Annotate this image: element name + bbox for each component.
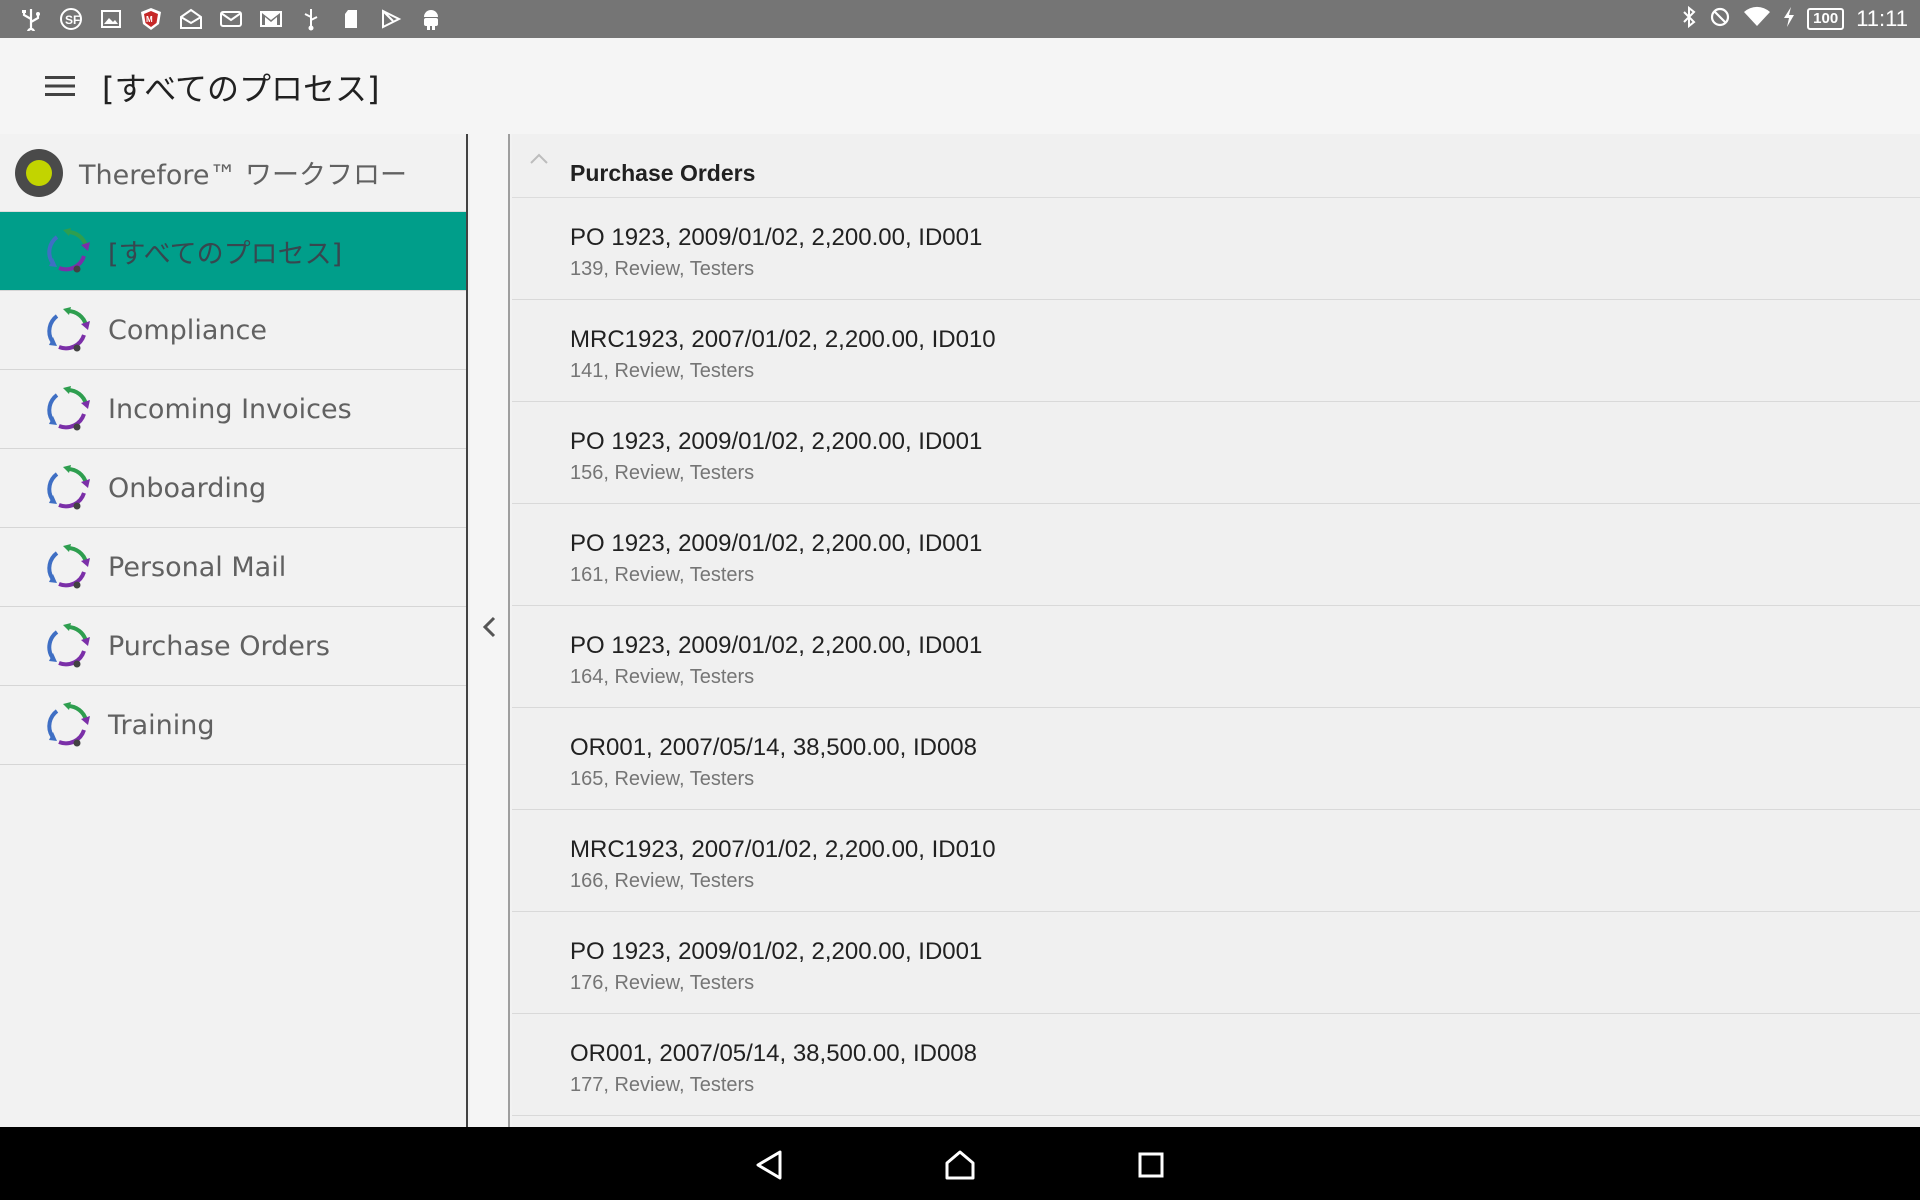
play-store-icon <box>378 6 404 32</box>
list-item-subtitle: 156, Review, Testers <box>570 462 755 484</box>
chevron-up-icon <box>530 153 548 164</box>
list-item-subtitle: 164, Review, Testers <box>570 666 755 688</box>
task-list: Purchase Orders PO 1923, 2009/01/02, 2,2… <box>512 134 1920 1127</box>
notification-icons: SF M <box>18 6 444 32</box>
charging-icon <box>1783 6 1795 33</box>
do-not-disturb-icon <box>1709 6 1731 33</box>
sf-app-icon: SF <box>58 6 84 32</box>
battery-indicator: 100 <box>1807 8 1845 30</box>
list-item[interactable]: MRC1923, 2007/01/02, 2,200.00, ID010 166… <box>512 810 1920 912</box>
status-bar: SF M 100 11:11 <box>0 0 1920 38</box>
workflow-cycle-icon <box>47 307 90 352</box>
workflow-cycle-icon <box>47 386 90 431</box>
sidebar-item-incoming-invoices[interactable]: Incoming Invoices <box>0 370 466 449</box>
workflow-cycle-icon <box>47 623 90 668</box>
mcafee-icon: M <box>138 6 164 32</box>
sidebar-collapse-handle[interactable] <box>470 134 510 1127</box>
page-title: [すべてのプロセス] <box>102 70 380 108</box>
list-item[interactable]: PO 1923, 2009/01/02, 2,200.00, ID001 176… <box>512 912 1920 1014</box>
therefore-logo-icon <box>15 148 63 197</box>
sidebar-item-all-processes[interactable]: [すべてのプロセス] <box>0 212 466 291</box>
recents-icon[interactable] <box>1131 1145 1171 1185</box>
list-item-subtitle: 176, Review, Testers <box>570 972 755 994</box>
list-item-subtitle: 165, Review, Testers <box>570 768 755 790</box>
mail-open-icon <box>178 6 204 32</box>
sidebar-item-purchase-orders[interactable]: Purchase Orders <box>0 607 466 686</box>
sidebar-item-label: Purchase Orders <box>108 630 330 662</box>
list-item[interactable]: MRC1923, 2007/01/02, 2,200.00, ID010 141… <box>512 300 1920 402</box>
sd-card-icon <box>338 6 364 32</box>
workflow-cycle-icon <box>47 228 90 273</box>
gmail-icon <box>258 6 284 32</box>
list-item-title: PO 1923, 2009/01/02, 2,200.00, ID001 <box>570 530 983 557</box>
list-item-subtitle: 177, Review, Testers <box>570 1074 755 1096</box>
list-item-title: MRC1923, 2007/01/02, 2,200.00, ID010 <box>570 836 996 863</box>
list-item-title: OR001, 2007/05/14, 38,500.00, ID008 <box>570 734 977 761</box>
sidebar-item-onboarding[interactable]: Onboarding <box>0 449 466 528</box>
app-bar: [すべてのプロセス] <box>0 38 1920 134</box>
list-item-title: PO 1923, 2009/01/02, 2,200.00, ID001 <box>570 632 983 659</box>
sidebar-header-title: Therefore™ ワークフロー <box>79 160 408 191</box>
list-item-title: PO 1923, 2009/01/02, 2,200.00, ID001 <box>570 224 983 251</box>
workflow-cycle-icon <box>47 544 90 589</box>
android-icon <box>418 6 444 32</box>
list-item[interactable]: OR001, 2007/05/14, 38,500.00, ID008 165,… <box>512 708 1920 810</box>
sidebar-item-label: [すべてのプロセス] <box>108 238 343 270</box>
list-item-title: PO 1923, 2009/01/02, 2,200.00, ID001 <box>570 938 983 965</box>
sidebar-item-label: Training <box>108 709 215 741</box>
list-item[interactable]: OR001, 2007/05/14, 38,500.00, ID008 177,… <box>512 1014 1920 1116</box>
home-icon[interactable] <box>940 1145 980 1185</box>
sidebar-header: Therefore™ ワークフロー <box>0 134 466 212</box>
system-status: 100 11:11 <box>1681 4 1908 34</box>
chevron-left-icon <box>482 616 496 638</box>
system-nav-bar <box>0 1127 1920 1200</box>
menu-icon[interactable] <box>36 68 84 104</box>
list-item-subtitle: 139, Review, Testers <box>570 258 755 280</box>
list-item-subtitle: 161, Review, Testers <box>570 564 755 586</box>
workflow-cycle-icon <box>47 702 90 747</box>
svg-text:SF: SF <box>65 13 80 27</box>
sidebar-item-label: Compliance <box>108 314 267 346</box>
sidebar-item-compliance[interactable]: Compliance <box>0 291 466 370</box>
list-item[interactable]: PO 1923, 2009/01/02, 2,200.00, ID001 164… <box>512 606 1920 708</box>
list-item-subtitle: 166, Review, Testers <box>570 870 755 892</box>
sidebar: Therefore™ ワークフロー [すべてのプロセス] Compliance <box>0 134 468 1127</box>
image-icon <box>98 6 124 32</box>
list-item-subtitle: 141, Review, Testers <box>570 360 755 382</box>
email-icon <box>218 6 244 32</box>
sidebar-item-label: Incoming Invoices <box>108 393 352 425</box>
svg-text:M: M <box>146 15 153 24</box>
clock: 11:11 <box>1856 6 1908 31</box>
group-title: Purchase Orders <box>570 160 756 186</box>
sidebar-item-label: Personal Mail <box>108 551 287 583</box>
list-item[interactable]: PO 1923, 2009/01/02, 2,200.00, ID001 161… <box>512 504 1920 606</box>
group-header[interactable]: Purchase Orders <box>512 134 1920 198</box>
sidebar-item-personal-mail[interactable]: Personal Mail <box>0 528 466 607</box>
list-item-title: OR001, 2007/05/14, 38,500.00, ID008 <box>570 1040 977 1067</box>
list-item-title: MRC1923, 2007/01/02, 2,200.00, ID010 <box>570 326 996 353</box>
usb-debug-icon <box>298 6 324 32</box>
usb-icon <box>18 6 44 32</box>
list-item[interactable]: PO 1923, 2009/01/02, 2,200.00, ID001 156… <box>512 402 1920 504</box>
bluetooth-icon <box>1681 5 1697 34</box>
sidebar-item-training[interactable]: Training <box>0 686 466 765</box>
workflow-cycle-icon <box>47 465 90 510</box>
sidebar-item-label: Onboarding <box>108 472 267 504</box>
list-item[interactable]: PO 1923, 2009/01/02, 2,200.00, ID001 139… <box>512 198 1920 300</box>
wifi-icon <box>1743 6 1771 33</box>
back-icon[interactable] <box>749 1145 789 1185</box>
list-item-title: PO 1923, 2009/01/02, 2,200.00, ID001 <box>570 428 983 455</box>
